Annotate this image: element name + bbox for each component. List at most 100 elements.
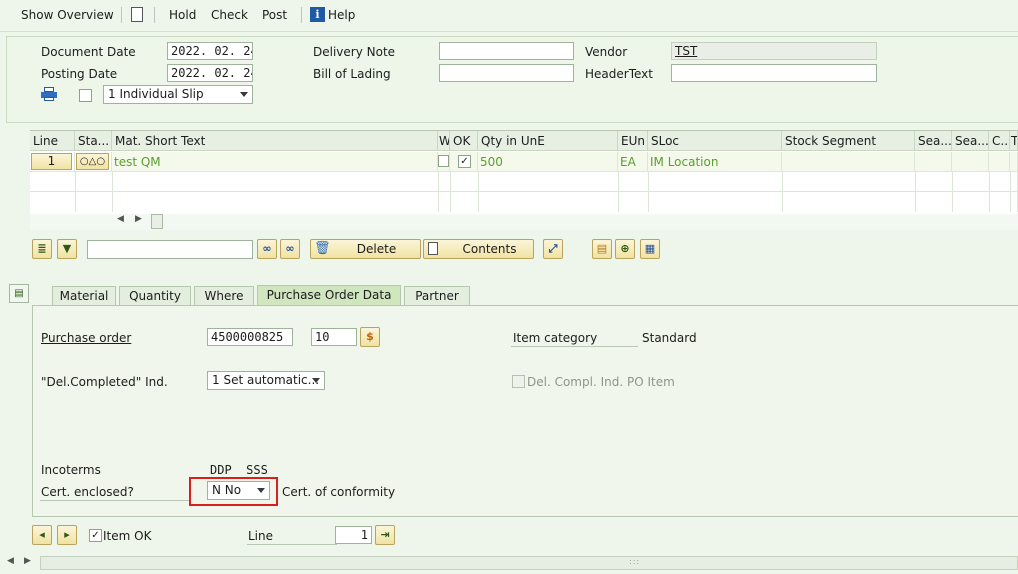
- col-ok[interactable]: OK: [450, 131, 478, 151]
- tab-purchase-order-data[interactable]: Purchase Order Data: [257, 285, 401, 305]
- table-row[interactable]: 1: [30, 152, 75, 172]
- go-to-line-icon[interactable]: ⇥: [375, 525, 395, 545]
- table-search-input[interactable]: [87, 240, 253, 259]
- contents-label: Contents: [462, 242, 517, 256]
- previous-item-icon[interactable]: ◂: [32, 525, 52, 545]
- item-category-value: Standard: [642, 331, 697, 345]
- col-status[interactable]: Sta...: [75, 131, 112, 151]
- scroll-right-icon[interactable]: ▶: [135, 214, 142, 224]
- check-button[interactable]: Check: [211, 8, 248, 22]
- col-eun[interactable]: EUn: [618, 131, 648, 151]
- previous-item-glyph: ◂: [39, 528, 45, 541]
- new-document-icon[interactable]: [131, 7, 143, 22]
- printer-icon[interactable]: [41, 87, 57, 101]
- t-cell: [1010, 152, 1018, 172]
- grid-line: [915, 172, 916, 212]
- configure-layout-icon[interactable]: ▤: [592, 239, 612, 259]
- next-item-icon[interactable]: ▸: [57, 525, 77, 545]
- delete-button[interactable]: 🗑 Delete: [310, 239, 421, 259]
- detail-toggle-icon[interactable]: ▤: [9, 284, 29, 303]
- hold-button[interactable]: Hold: [169, 8, 196, 22]
- toolbar-separator: [154, 7, 155, 23]
- show-overview-button[interactable]: Show Overview: [21, 8, 114, 22]
- print-checkbox[interactable]: [79, 89, 92, 102]
- header-text-field[interactable]: [671, 64, 877, 82]
- sea-1-cell: [915, 152, 952, 172]
- line-label: Line: [248, 529, 274, 543]
- grid-line: [618, 172, 619, 212]
- bill-of-lading-field[interactable]: [439, 64, 574, 82]
- w-checkbox[interactable]: [438, 155, 449, 167]
- ok-checkbox[interactable]: ✓: [458, 155, 471, 168]
- find-next-glyph: ∞: [285, 242, 295, 255]
- purchase-order-field[interactable]: 4500000825: [207, 328, 293, 346]
- find-next-icon[interactable]: ∞: [280, 239, 300, 259]
- del-completed-select[interactable]: 1 Set automatic...: [207, 371, 325, 390]
- post-button[interactable]: Post: [262, 8, 287, 22]
- posting-date-field[interactable]: 2022. 02. 24: [167, 64, 253, 82]
- tab-where[interactable]: Where: [194, 286, 254, 305]
- grid-line: [112, 172, 113, 212]
- col-stock-segment[interactable]: Stock Segment: [782, 131, 915, 151]
- ok-cell[interactable]: ✓: [450, 152, 478, 172]
- line-number-button[interactable]: 1: [31, 153, 72, 170]
- chevron-down-icon: [312, 378, 320, 383]
- col-t[interactable]: T: [1010, 131, 1018, 151]
- tab-material[interactable]: Material: [52, 286, 116, 305]
- tab-partner[interactable]: Partner: [404, 286, 470, 305]
- bill-of-lading-label: Bill of Lading: [313, 67, 391, 81]
- col-w[interactable]: W: [438, 131, 450, 151]
- grid-line: [75, 172, 76, 212]
- sea-2-cell: [952, 152, 989, 172]
- po-item-field[interactable]: 10: [311, 328, 357, 346]
- info-icon[interactable]: i: [310, 7, 325, 22]
- col-qty[interactable]: Qty in UnE: [478, 131, 618, 151]
- filter-icon[interactable]: ▼: [57, 239, 77, 259]
- select-all-icon[interactable]: ≣: [32, 239, 52, 259]
- document-date-label: Document Date: [41, 45, 136, 59]
- line-number-field[interactable]: 1: [335, 526, 372, 544]
- vendor-field[interactable]: TST: [671, 42, 877, 60]
- del-compl-po-checkbox[interactable]: [512, 375, 525, 388]
- contents-button[interactable]: Contents: [423, 239, 534, 259]
- next-item-glyph: ▸: [64, 528, 70, 541]
- purchase-order-label[interactable]: Purchase order: [41, 331, 131, 345]
- col-mat-short-text[interactable]: Mat. Short Text: [112, 131, 438, 151]
- eun-cell: EA: [618, 152, 648, 172]
- table-scroll-area: [30, 214, 1018, 230]
- w-cell[interactable]: [438, 152, 450, 172]
- delivery-note-field[interactable]: [439, 42, 574, 60]
- header-text-label: HeaderText: [585, 67, 653, 81]
- col-sea-1[interactable]: Sea...: [915, 131, 952, 151]
- divider: [247, 544, 337, 545]
- col-line[interactable]: Line: [30, 131, 75, 151]
- help-button[interactable]: Help: [328, 8, 355, 22]
- find-icon[interactable]: ∞: [257, 239, 277, 259]
- tab-quantity[interactable]: Quantity: [119, 286, 191, 305]
- col-c[interactable]: C..: [989, 131, 1010, 151]
- cert-enclosed-select[interactable]: N No: [207, 481, 270, 500]
- status-cell[interactable]: ○△○: [75, 152, 112, 172]
- incoterms-label: Incoterms: [41, 463, 101, 477]
- display-po-icon[interactable]: $: [360, 327, 380, 347]
- expand-icon[interactable]: ⤢: [543, 239, 563, 259]
- cert-enclosed-label: Cert. enclosed?: [41, 485, 134, 499]
- traffic-light-icon[interactable]: ○△○: [76, 153, 109, 170]
- document-date-field[interactable]: 2022. 02. 24: [167, 42, 253, 60]
- col-sea-2[interactable]: Sea...: [952, 131, 989, 151]
- page-scroll-left-icon[interactable]: ◀: [7, 556, 14, 566]
- item-category-label: Item category: [513, 331, 598, 345]
- expand-glyph: ⤢: [548, 242, 558, 255]
- grid-line: [952, 172, 953, 212]
- add-layout-icon[interactable]: ⊕: [615, 239, 635, 259]
- item-ok-checkbox[interactable]: ✓: [89, 529, 102, 542]
- chevron-down-icon: [257, 488, 265, 493]
- scroll-left-icon[interactable]: ◀: [117, 214, 124, 224]
- page-scroll-right-icon[interactable]: ▶: [24, 556, 31, 566]
- vendor-value[interactable]: TST: [675, 44, 697, 58]
- page-horizontal-scrollbar[interactable]: :::: [40, 556, 1018, 570]
- col-sloc[interactable]: SLoc: [648, 131, 782, 151]
- table-scrollbar-thumb[interactable]: [151, 214, 163, 229]
- slip-type-select[interactable]: 1 Individual Slip: [103, 85, 253, 104]
- save-layout-icon[interactable]: ▦: [640, 239, 660, 259]
